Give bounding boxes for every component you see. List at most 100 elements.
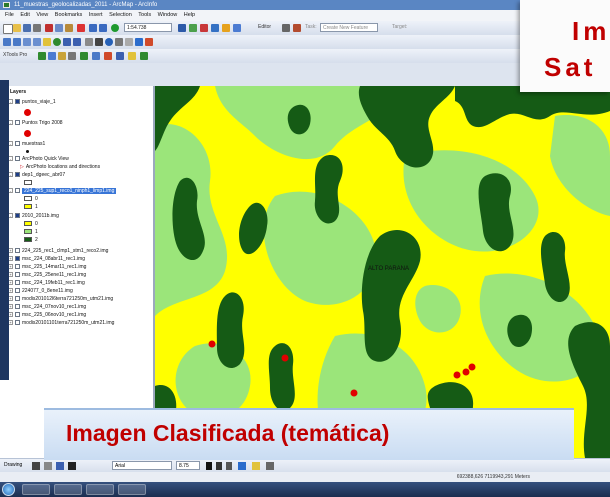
layer-arcphoto-quick-view[interactable]: - ArcPhoto Quick View (8, 156, 69, 163)
select-features-icon[interactable] (85, 38, 93, 46)
hyperlink-icon[interactable] (135, 38, 143, 46)
layer-puntos-viaje[interactable]: - puntos_viaje_1 (8, 99, 56, 106)
identify-icon[interactable] (105, 38, 113, 46)
sample-point[interactable] (208, 340, 216, 348)
sample-point[interactable] (453, 371, 461, 379)
layer-visibility-checkbox[interactable] (15, 141, 20, 147)
font-combo[interactable]: Arial (112, 461, 172, 470)
editor-toolbar-icon[interactable] (178, 24, 186, 32)
fixed-zoom-in-icon[interactable] (23, 38, 31, 46)
save-icon[interactable] (23, 24, 31, 32)
add-data-icon[interactable] (111, 24, 119, 32)
arctoolbox-icon[interactable] (189, 24, 197, 32)
open-folder-icon[interactable] (13, 24, 21, 32)
font-size-combo[interactable]: 8.75 (176, 461, 200, 470)
paste-icon[interactable] (65, 24, 73, 32)
fill-color-icon[interactable] (252, 462, 260, 470)
layer-224-225-rec1[interactable]: +224_225_rec1_clmp1_stm1_reco2.img (8, 248, 108, 255)
layer-msc-224-07nov10[interactable]: + msc_224_07nov10_rec1.img (8, 304, 86, 311)
taskbar-button[interactable] (86, 484, 114, 495)
layer-visibility-checkbox[interactable] (15, 264, 20, 270)
fixed-zoom-out-icon[interactable] (33, 38, 41, 46)
cut-icon[interactable] (45, 24, 53, 32)
layer-modis-20101101[interactable]: + modis20101101terra721250m_utm21.img (8, 320, 114, 327)
pan-icon[interactable] (43, 38, 51, 46)
xtools-pro-menu[interactable]: XTools Pro (3, 52, 27, 58)
layer-modis-20101216[interactable]: + modis201012l6terra721250m_utm21.img (8, 296, 113, 303)
layer-dep1-dgeec[interactable]: - dep1_dgeec_abr07 (8, 172, 65, 179)
italic-icon[interactable] (216, 462, 222, 470)
editor-label[interactable]: Editor (258, 24, 271, 30)
layer-2010-2011b[interactable]: -2010_2011b.img (8, 213, 59, 220)
layer-puntos-trigo[interactable]: - Puntos Trigo 2008 (8, 120, 63, 127)
layer-visibility-checkbox[interactable] (15, 248, 20, 254)
layer-visibility-checkbox[interactable] (15, 120, 20, 126)
redo-icon[interactable] (99, 24, 107, 32)
layer-visibility-checkbox[interactable] (15, 156, 20, 162)
layer-visibility-checkbox[interactable] (15, 312, 20, 318)
sample-point[interactable] (350, 389, 358, 397)
print-icon[interactable] (33, 24, 41, 32)
xtools-tool-5-icon[interactable] (80, 52, 88, 60)
menu-tools[interactable]: Tools (138, 12, 151, 18)
underline-icon[interactable] (226, 462, 232, 470)
xtools-tool-3-icon[interactable] (58, 52, 66, 60)
help-icon[interactable] (233, 24, 241, 32)
sample-point[interactable] (462, 368, 470, 376)
layer-visibility-checkbox[interactable] (15, 256, 20, 262)
bold-icon[interactable] (206, 462, 212, 470)
edit-tool-icon[interactable] (282, 24, 290, 32)
select-elements-icon[interactable] (95, 38, 103, 46)
zoom-out-icon[interactable] (13, 38, 21, 46)
layer-msc-225-14mar11[interactable]: + msc_225_14mar11_rec1.img (8, 264, 86, 271)
layer-visibility-checkbox[interactable] (15, 213, 20, 219)
layer-muestras[interactable]: - muestras1 (8, 141, 45, 148)
taskbar-button[interactable] (118, 484, 146, 495)
map-view[interactable]: ALTO PARANA (155, 86, 610, 458)
layer-visibility-checkbox[interactable] (15, 99, 20, 105)
html-popup-icon[interactable] (145, 38, 153, 46)
layer-visibility-checkbox[interactable] (15, 188, 20, 194)
taskbar-button[interactable] (22, 484, 50, 495)
sample-point[interactable] (468, 363, 476, 371)
text-icon[interactable] (68, 462, 76, 470)
layer-visibility-checkbox[interactable] (15, 280, 20, 286)
xtools-tool-9-icon[interactable] (128, 52, 136, 60)
xtools-tool-7-icon[interactable] (104, 52, 112, 60)
layer-224077[interactable]: +224077_0_8ene11.img (8, 288, 73, 295)
rotate-icon[interactable] (44, 462, 52, 470)
find-icon[interactable] (115, 38, 123, 46)
measure-icon[interactable] (125, 38, 133, 46)
catalog-icon[interactable] (211, 24, 219, 32)
layer-msc-224-08abr11[interactable]: + msc_224_08abr11_rec1.img (8, 256, 85, 263)
command-line-icon[interactable] (200, 24, 208, 32)
line-color-icon[interactable] (266, 462, 274, 470)
menu-selection[interactable]: Selection (109, 12, 132, 18)
layer-224-225-sup1[interactable]: -224_225_sup1_reco1_ninph1_limp1.img (8, 188, 117, 195)
font-color-icon[interactable] (238, 462, 246, 470)
layer-visibility-checkbox[interactable] (15, 172, 20, 178)
select-elements-icon[interactable] (32, 462, 40, 470)
previous-extent-icon[interactable] (63, 38, 71, 46)
delete-icon[interactable] (77, 24, 85, 32)
menu-bookmarks[interactable]: Bookmarks (55, 12, 83, 18)
next-extent-icon[interactable] (73, 38, 81, 46)
layer-visibility-checkbox[interactable] (15, 272, 20, 278)
rectangle-icon[interactable] (56, 462, 64, 470)
xtools-tool-1-icon[interactable] (38, 52, 46, 60)
xtools-tool-8-icon[interactable] (116, 52, 124, 60)
menu-window[interactable]: Window (158, 12, 178, 18)
layer-msc-225-25ene11[interactable]: + msc_225_25ene11_rec1.img (8, 272, 86, 279)
menu-file[interactable]: File (5, 12, 14, 18)
menu-view[interactable]: View (36, 12, 48, 18)
zoom-in-icon[interactable] (3, 38, 11, 46)
layer-visibility-checkbox[interactable] (15, 304, 20, 310)
model-builder-icon[interactable] (222, 24, 230, 32)
full-extent-icon[interactable] (53, 38, 61, 46)
layer-arcphoto-locations[interactable]: ▷ ArcPhoto locations and directions (20, 164, 100, 171)
menu-insert[interactable]: Insert (89, 12, 103, 18)
taskbar-button[interactable] (54, 484, 82, 495)
layer-msc-224-19feb11[interactable]: + msc_224_19feb11_rec1.img (8, 280, 85, 287)
layer-visibility-checkbox[interactable] (15, 296, 20, 302)
xtools-tool-4-icon[interactable] (68, 52, 76, 60)
